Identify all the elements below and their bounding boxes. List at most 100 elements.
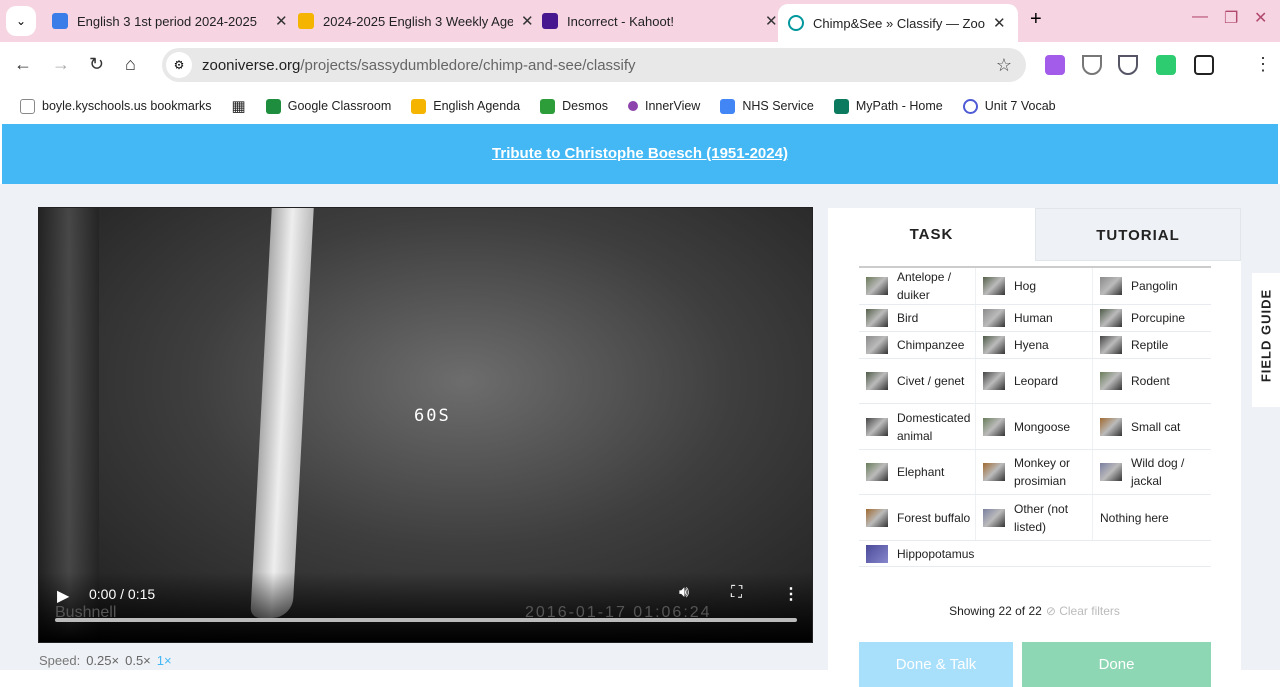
species-thumbnail bbox=[1100, 309, 1122, 327]
speed-1[interactable]: 1× bbox=[157, 653, 172, 668]
shield-extension-icon[interactable] bbox=[1082, 55, 1102, 75]
species-choice[interactable]: Wild dog / jackal bbox=[1093, 450, 1210, 494]
species-choice[interactable]: Other (not listed) bbox=[976, 495, 1093, 540]
video-player[interactable]: 60S Bushnell 2016-01-17 01:06:24 ▶ 0:00 … bbox=[38, 207, 813, 643]
species-thumbnail bbox=[983, 309, 1005, 327]
menu-icon[interactable]: ⋮ bbox=[1254, 54, 1272, 75]
bookmarks-bar: boyle.kyschools.us bookmarks ▦ Google Cl… bbox=[0, 88, 1280, 124]
species-label: Pangolin bbox=[1131, 279, 1178, 293]
classroom-icon bbox=[265, 98, 281, 114]
species-thumbnail bbox=[1100, 372, 1122, 390]
bookmark-mypath[interactable]: MyPath - Home bbox=[833, 98, 943, 114]
species-grid: Antelope / duiker Hog Pangolin Bird Human Por… bbox=[859, 266, 1211, 567]
desmos-icon bbox=[540, 98, 556, 114]
bookmark-innerview[interactable]: InnerView bbox=[627, 99, 700, 113]
species-thumbnail bbox=[866, 309, 888, 327]
species-thumbnail bbox=[866, 336, 888, 354]
bookmark-nhs-service[interactable]: NHS Service bbox=[720, 98, 814, 114]
species-label: Other (not listed) bbox=[1014, 501, 1069, 534]
species-choice[interactable]: Elephant bbox=[859, 450, 976, 494]
play-icon[interactable]: ▶ bbox=[57, 586, 69, 606]
species-choice[interactable]: Leopard bbox=[976, 359, 1093, 403]
tab-classroom[interactable]: English 3 1st period 2024-2025 ✕ bbox=[42, 6, 288, 36]
done-and-talk-button[interactable]: Done & Talk bbox=[859, 642, 1013, 687]
tab-strip: ⌄ English 3 1st period 2024-2025 ✕ 2024-2… bbox=[0, 0, 1280, 42]
species-label: Antelope / duiker bbox=[897, 270, 952, 302]
site-info-icon[interactable]: ⚙ bbox=[166, 52, 192, 78]
bookmark-star-icon[interactable]: ☆ bbox=[996, 55, 1012, 76]
volume-icon[interactable]: 🔊︎ bbox=[679, 584, 689, 602]
species-label: Hog bbox=[1014, 279, 1037, 293]
species-row: Chimpanzee Hyena Reptile bbox=[859, 332, 1211, 359]
address-bar[interactable]: ⚙ zooniverse.org/projects/sassydumbledor… bbox=[162, 48, 1026, 82]
species-choice[interactable]: Hippopotamus bbox=[859, 541, 976, 566]
species-choice[interactable]: Civet / genet bbox=[859, 359, 976, 403]
bookmark-google-classroom[interactable]: Google Classroom bbox=[265, 98, 391, 114]
video-frame-tree bbox=[250, 208, 314, 618]
tab-agenda[interactable]: 2024-2025 English 3 Weekly Agenda✕ bbox=[288, 6, 534, 36]
species-choice[interactable]: Nothing here bbox=[1093, 495, 1210, 540]
slides-icon bbox=[411, 98, 427, 114]
back-button[interactable]: ← bbox=[14, 54, 32, 75]
close-tab-icon[interactable]: ✕ bbox=[275, 12, 288, 30]
fullscreen-icon[interactable]: ⛶ bbox=[731, 584, 742, 602]
species-thumbnail bbox=[1100, 417, 1122, 436]
species-thumbnail bbox=[983, 372, 1005, 390]
species-choice[interactable]: Pangolin bbox=[1093, 268, 1210, 304]
species-label: Hyena bbox=[1014, 338, 1049, 352]
species-choice[interactable]: Human bbox=[976, 305, 1093, 331]
close-window-button[interactable]: ✕ bbox=[1254, 8, 1267, 28]
species-choice[interactable]: Bird bbox=[859, 305, 976, 331]
classify-page: 60S Bushnell 2016-01-17 01:06:24 ▶ 0:00 … bbox=[0, 184, 1280, 687]
screen-extension-icon[interactable] bbox=[1156, 55, 1176, 75]
species-choice[interactable]: Reptile bbox=[1093, 332, 1210, 358]
species-choice[interactable]: Forest buffalo bbox=[859, 495, 976, 540]
shield-extension-icon[interactable] bbox=[1118, 55, 1138, 75]
extension-puzzle-icon[interactable] bbox=[1045, 55, 1065, 75]
bookmark-desmos[interactable]: Desmos bbox=[540, 98, 608, 114]
bookmark-folder[interactable]: boyle.kyschools.us bookmarks bbox=[20, 98, 212, 114]
field-guide-button[interactable]: FIELD GUIDE bbox=[1252, 273, 1280, 407]
new-tab-button[interactable]: + bbox=[1030, 8, 1042, 31]
done-button[interactable]: Done bbox=[1022, 642, 1211, 687]
tab-zooniverse[interactable]: Chimp&See » Classify — Zooniverse✕ bbox=[778, 4, 1018, 42]
close-tab-icon[interactable]: ✕ bbox=[993, 14, 1006, 32]
species-choice[interactable]: Rodent bbox=[1093, 359, 1210, 403]
species-choice[interactable]: Domesticated animal bbox=[859, 404, 976, 449]
apps-button[interactable]: ▦ bbox=[232, 97, 246, 115]
announcement-banner: Tribute to Christophe Boesch (1951-2024) bbox=[2, 124, 1278, 184]
bookmark-english-agenda[interactable]: English Agenda bbox=[411, 98, 520, 114]
species-thumbnail bbox=[983, 336, 1005, 354]
extensions-icon[interactable] bbox=[1194, 55, 1214, 75]
tab-tutorial[interactable]: TUTORIAL bbox=[1035, 208, 1241, 261]
species-choice[interactable]: Porcupine bbox=[1093, 305, 1210, 331]
seek-bar[interactable] bbox=[55, 618, 797, 622]
species-row: Domesticated animal Mongoose Small cat bbox=[859, 404, 1211, 450]
species-choice[interactable]: Hyena bbox=[976, 332, 1093, 358]
reload-button[interactable]: ↻ bbox=[89, 54, 104, 75]
species-choice[interactable]: Monkey or prosimian bbox=[976, 450, 1093, 494]
restore-button[interactable]: ❐ bbox=[1224, 8, 1238, 28]
speed-0.25[interactable]: 0.25× bbox=[86, 653, 119, 668]
species-choice[interactable]: Small cat bbox=[1093, 404, 1210, 449]
home-button[interactable]: ⌂ bbox=[125, 54, 136, 75]
minimize-button[interactable]: — bbox=[1192, 8, 1208, 26]
tab-kahoot[interactable]: Incorrect - Kahoot! ✕ bbox=[532, 6, 778, 36]
more-options-icon[interactable]: ⋮ bbox=[783, 584, 799, 604]
species-choice[interactable]: Hog bbox=[976, 268, 1093, 304]
tribute-link[interactable]: Tribute to Christophe Boesch (1951-2024) bbox=[492, 145, 788, 162]
tab-search-button[interactable]: ⌄ bbox=[6, 6, 36, 36]
species-thumbnail bbox=[983, 277, 1005, 295]
forward-button[interactable]: → bbox=[52, 54, 70, 75]
species-label: Elephant bbox=[897, 465, 945, 479]
filter-status: Showing 22 of 22 ⊘ Clear filters bbox=[949, 604, 1120, 618]
close-tab-icon[interactable]: ✕ bbox=[765, 12, 778, 30]
species-choice[interactable]: Chimpanzee bbox=[859, 332, 976, 358]
species-choice[interactable]: Mongoose bbox=[976, 404, 1093, 449]
speed-0.5[interactable]: 0.5× bbox=[125, 653, 151, 668]
species-choice[interactable]: Antelope / duiker bbox=[859, 268, 976, 304]
speed-controls: Speed: 0.25× 0.5× 1× bbox=[39, 653, 172, 668]
clear-filters-button[interactable]: ⊘ Clear filters bbox=[1046, 604, 1120, 618]
tab-task[interactable]: TASK bbox=[828, 208, 1035, 261]
bookmark-unit-7-vocab[interactable]: Unit 7 Vocab bbox=[962, 98, 1056, 114]
